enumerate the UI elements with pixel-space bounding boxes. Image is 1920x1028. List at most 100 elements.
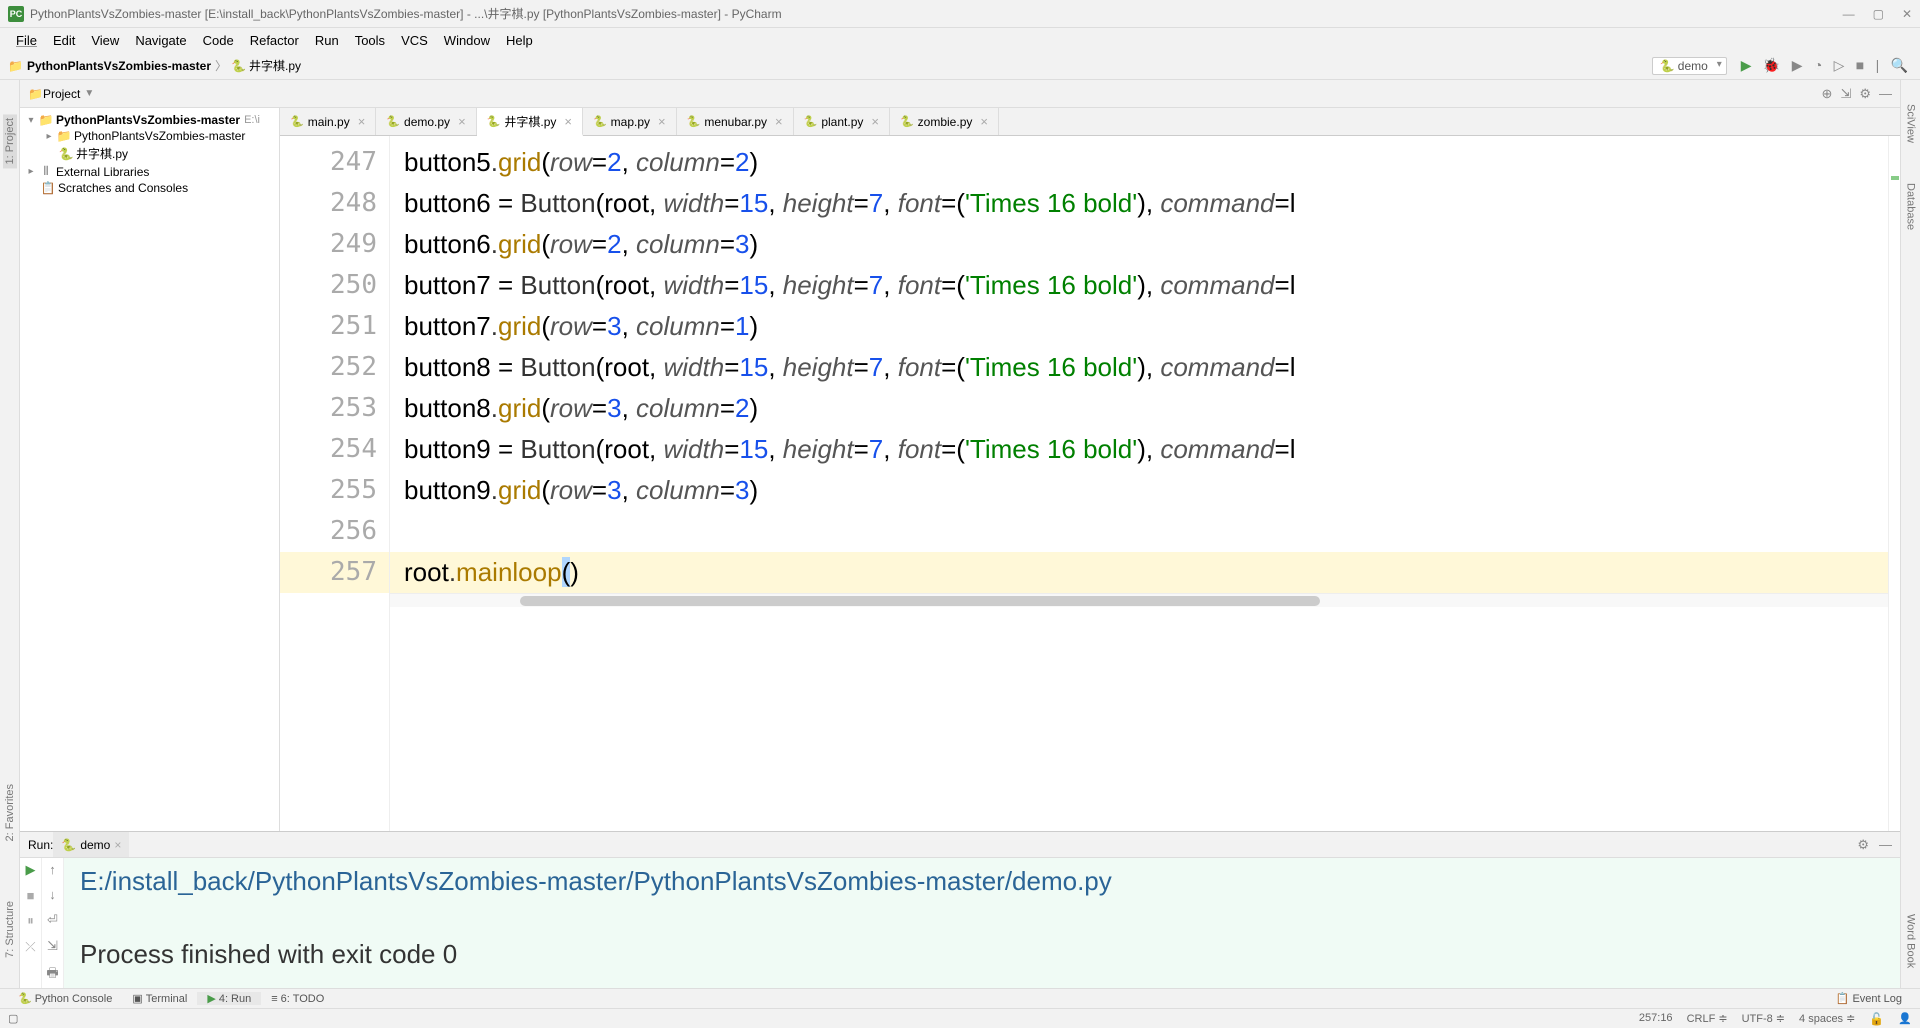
rerun-button[interactable]: ▶ xyxy=(26,862,36,878)
code-line[interactable]: button7 = Button(root, width=15, height=… xyxy=(404,265,1888,306)
code-editor[interactable]: 247248249250251252253254255256257 button… xyxy=(280,136,1900,831)
code-line[interactable]: button9.grid(row=3, column=3) xyxy=(404,470,1888,511)
down-button[interactable]: ↓ xyxy=(49,887,56,902)
code-line[interactable]: button5.grid(row=2, column=2) xyxy=(404,142,1888,183)
code-line[interactable] xyxy=(404,511,1888,552)
tool-window-wordbook[interactable]: Word Book xyxy=(1905,914,1917,968)
lock-icon[interactable]: 🔓 xyxy=(1869,1012,1884,1026)
close-icon[interactable]: × xyxy=(458,114,466,129)
run-config-selector[interactable]: 🐍 demo xyxy=(1652,57,1726,75)
minimize-button[interactable]: — xyxy=(1843,7,1855,21)
debug-button[interactable]: 🐞 xyxy=(1759,57,1784,73)
close-icon[interactable]: × xyxy=(775,114,783,129)
status-cursor-position[interactable]: 257:16 xyxy=(1639,1012,1673,1026)
status-icon[interactable]: ▢ xyxy=(8,1012,18,1025)
print-button[interactable]: 🖶 xyxy=(46,964,58,986)
console-output[interactable]: E:/install_back/PythonPlantsVsZombies-ma… xyxy=(64,858,1900,988)
run-with-coverage-button[interactable]: ▶ xyxy=(1788,57,1807,73)
close-icon[interactable]: × xyxy=(658,114,666,129)
code-line[interactable]: button8.grid(row=3, column=2) xyxy=(404,388,1888,429)
expand-arrow-icon[interactable]: ▸ xyxy=(24,166,38,177)
editor-tab[interactable]: 🐍map.py× xyxy=(583,108,677,135)
menu-navigate[interactable]: Navigate xyxy=(127,33,194,48)
locate-file-button[interactable]: ⊕ xyxy=(1822,86,1833,102)
menu-code[interactable]: Code xyxy=(195,33,242,48)
run-tab-bottom[interactable]: ▶4: Run xyxy=(197,992,261,1005)
search-everywhere-button[interactable]: 🔍 xyxy=(1887,57,1912,73)
code-line[interactable]: root.mainloop() xyxy=(390,552,1888,593)
tool-window-sciview[interactable]: SciView xyxy=(1905,104,1917,143)
close-icon[interactable]: × xyxy=(871,114,879,129)
todo-tab[interactable]: ≡6: TODO xyxy=(261,993,334,1005)
code-line[interactable]: button6.grid(row=2, column=3) xyxy=(404,224,1888,265)
collapse-all-button[interactable]: ⇲ xyxy=(1840,86,1851,102)
close-button[interactable]: ✕ xyxy=(1902,7,1912,21)
breadcrumb-project[interactable]: PythonPlantsVsZombies-master xyxy=(27,59,211,73)
close-icon[interactable]: × xyxy=(980,114,988,129)
settings-icon[interactable]: ⚙ xyxy=(1857,837,1869,853)
pause-button[interactable]: ⏸ xyxy=(27,913,34,929)
editor-tab[interactable]: 🐍demo.py× xyxy=(376,108,476,135)
editor-tab[interactable]: 🐍井字棋.py× xyxy=(477,108,583,136)
run-button[interactable]: ▶ xyxy=(1737,57,1756,73)
code-line[interactable]: button8 = Button(root, width=15, height=… xyxy=(404,347,1888,388)
run-tab[interactable]: 🐍 demo × xyxy=(53,832,129,857)
inspector-icon[interactable]: 👤 xyxy=(1898,1012,1912,1026)
close-icon[interactable]: × xyxy=(358,114,366,129)
breadcrumb-file[interactable]: 井字棋.py xyxy=(249,57,301,74)
project-panel-title[interactable]: Project xyxy=(43,87,80,101)
attach-debugger-button[interactable]: ▷ xyxy=(1830,57,1849,73)
menu-help[interactable]: Help xyxy=(498,33,541,48)
settings-icon[interactable]: ⚙ xyxy=(1859,86,1871,102)
stop-button[interactable]: ■ xyxy=(1852,57,1868,73)
menu-vcs[interactable]: VCS xyxy=(393,33,436,48)
menu-run[interactable]: Run xyxy=(307,33,347,48)
menu-edit[interactable]: Edit xyxy=(45,33,83,48)
menu-view[interactable]: View xyxy=(83,33,127,48)
tree-subfolder[interactable]: PythonPlantsVsZombies-master xyxy=(74,129,245,143)
terminal-tab[interactable]: ▣Terminal xyxy=(122,992,197,1005)
exit-button[interactable]: ⤫ xyxy=(25,939,35,955)
menu-file[interactable]: File xyxy=(8,33,45,48)
chevron-down-icon[interactable]: ▼ xyxy=(84,88,94,99)
scroll-to-end-button[interactable]: ⇲ xyxy=(47,938,58,954)
stop-button[interactable]: ■ xyxy=(27,888,35,903)
code-line[interactable]: button6 = Button(root, width=15, height=… xyxy=(404,183,1888,224)
tool-window-database[interactable]: Database xyxy=(1905,183,1917,230)
status-encoding[interactable]: UTF-8 ≑ xyxy=(1742,1012,1785,1026)
error-stripe[interactable] xyxy=(1888,136,1900,831)
status-indent[interactable]: 4 spaces ≑ xyxy=(1799,1012,1855,1026)
expand-arrow-icon[interactable]: ▸ xyxy=(42,131,56,142)
profile-button[interactable]: ◔ xyxy=(1810,57,1826,73)
tree-scratches[interactable]: Scratches and Consoles xyxy=(58,181,188,195)
tab-label: plant.py xyxy=(821,115,863,129)
horizontal-scrollbar[interactable] xyxy=(390,593,1888,607)
tree-root[interactable]: PythonPlantsVsZombies-master xyxy=(56,113,240,127)
menu-window[interactable]: Window xyxy=(436,33,498,48)
project-tree[interactable]: ▾ 📁 PythonPlantsVsZombies-master E:\i ▸ … xyxy=(20,108,280,831)
status-line-separator[interactable]: CRLF ≑ xyxy=(1687,1012,1728,1026)
close-icon[interactable]: × xyxy=(564,114,572,129)
editor-tab[interactable]: 🐍main.py× xyxy=(280,108,376,135)
up-button[interactable]: ↑ xyxy=(49,862,56,877)
editor-tab[interactable]: 🐍menubar.py× xyxy=(677,108,794,135)
code-line[interactable]: button7.grid(row=3, column=1) xyxy=(404,306,1888,347)
maximize-button[interactable]: ▢ xyxy=(1873,7,1884,21)
tool-window-favorites[interactable]: 2: Favorites xyxy=(4,784,16,841)
tree-external-libraries[interactable]: External Libraries xyxy=(56,165,149,179)
tool-window-project[interactable]: 1: Project xyxy=(3,114,17,168)
hide-button[interactable]: — xyxy=(1879,837,1892,853)
event-log-tab[interactable]: 📋Event Log xyxy=(1826,992,1912,1005)
menu-refactor[interactable]: Refactor xyxy=(242,33,307,48)
tool-window-structure[interactable]: 7: Structure xyxy=(4,901,16,958)
tree-file[interactable]: 井字棋.py xyxy=(76,145,128,162)
close-icon[interactable]: × xyxy=(114,838,121,852)
editor-tab[interactable]: 🐍zombie.py× xyxy=(890,108,999,135)
expand-arrow-icon[interactable]: ▾ xyxy=(24,115,38,126)
code-line[interactable]: button9 = Button(root, width=15, height=… xyxy=(404,429,1888,470)
editor-tab[interactable]: 🐍plant.py× xyxy=(794,108,890,135)
python-console-tab[interactable]: 🐍Python Console xyxy=(8,992,122,1005)
menu-tools[interactable]: Tools xyxy=(347,33,393,48)
hide-button[interactable]: — xyxy=(1879,86,1892,102)
soft-wrap-button[interactable]: ⏎ xyxy=(47,912,58,928)
